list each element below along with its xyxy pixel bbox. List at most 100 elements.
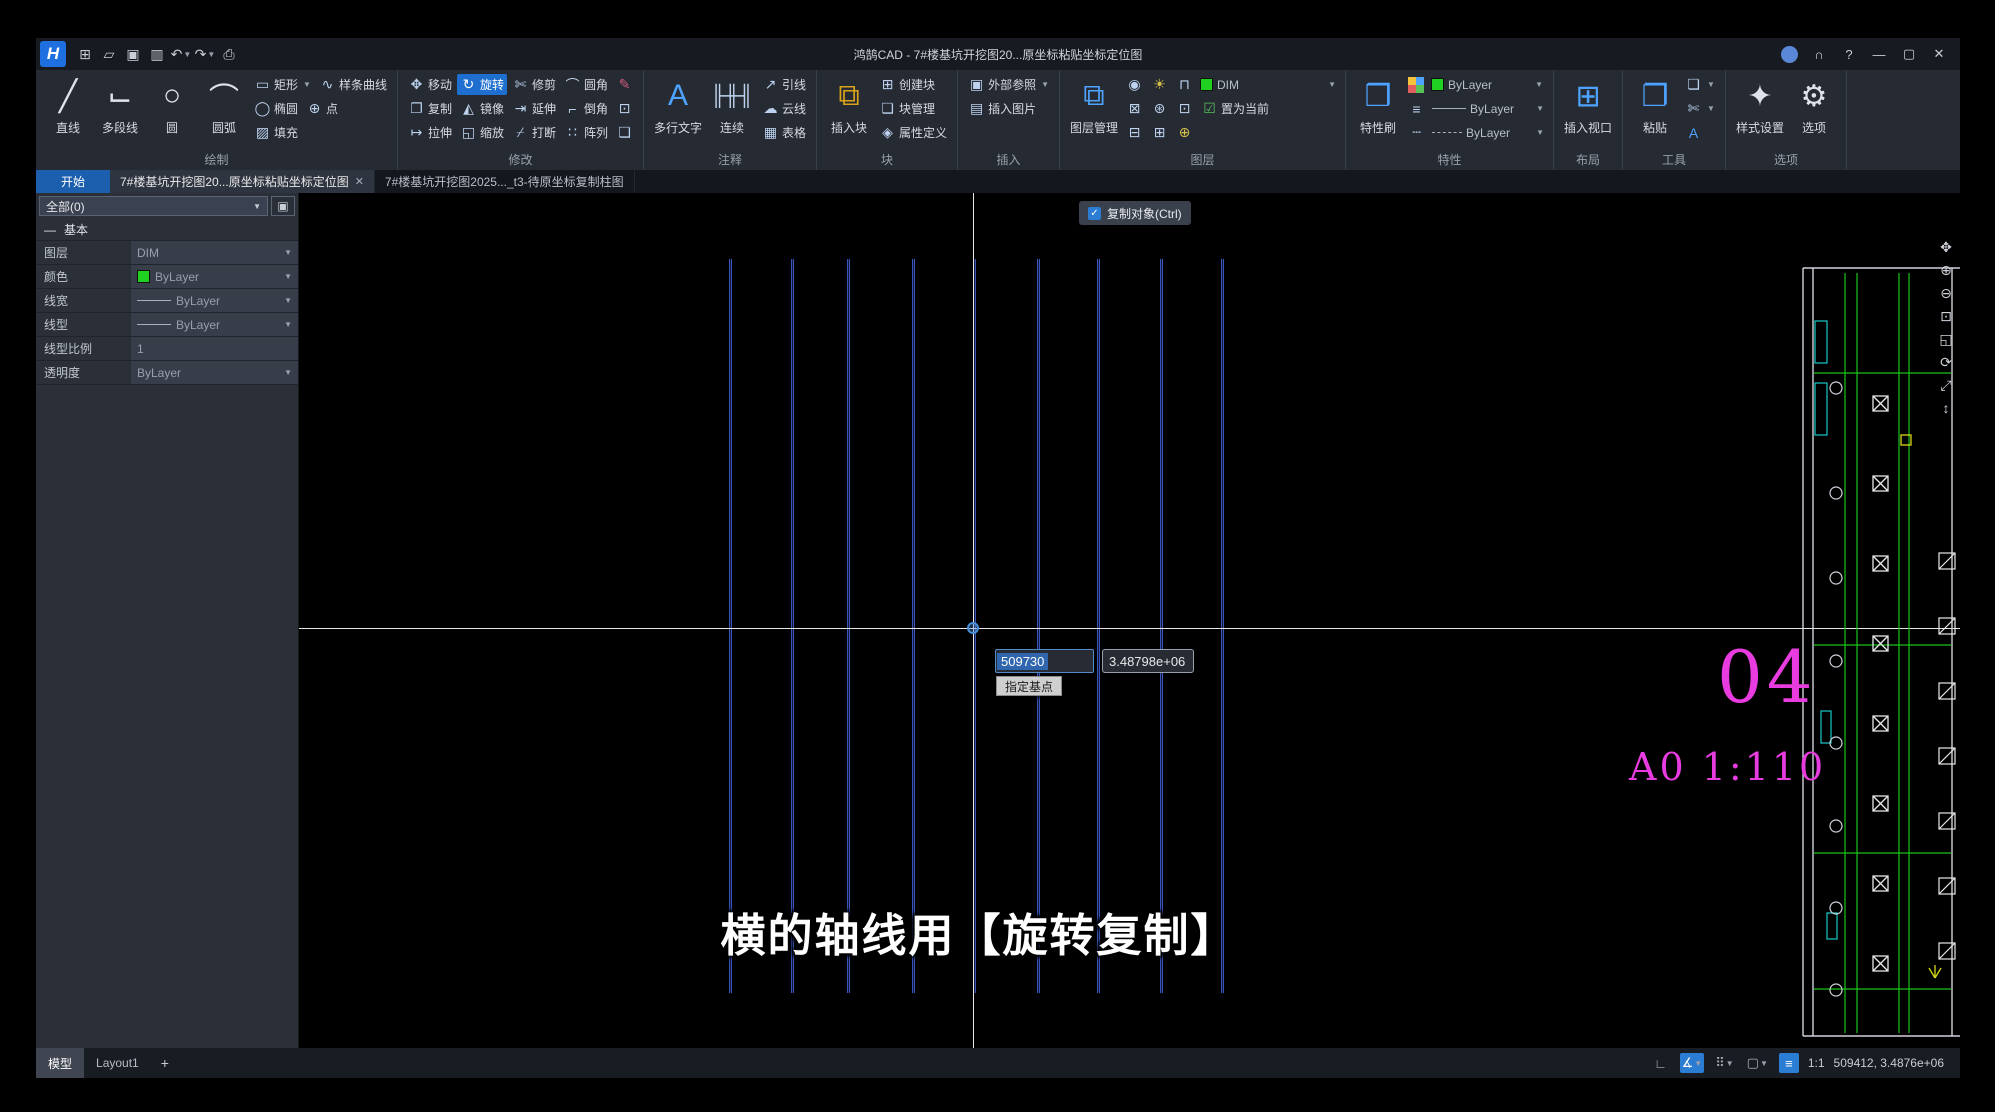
ribbon-button-arc[interactable]: ⌒圆弧 xyxy=(199,73,249,145)
redo-icon[interactable]: ↷▼ xyxy=(194,42,216,66)
axis-line-2[interactable] xyxy=(791,259,794,993)
property-value-dropdown[interactable]: DIM▼ xyxy=(131,241,298,264)
ortho-icon[interactable]: ∟ xyxy=(1651,1053,1671,1073)
ribbon-button-layer-unlock[interactable]: ⊓ xyxy=(1173,74,1196,95)
ribbon-button-copy-clip[interactable]: ❏▼ xyxy=(1682,74,1718,95)
ribbon-button-set-current-layer[interactable]: ☑置为当前 xyxy=(1198,98,1272,119)
ribbon-button-insert-block[interactable]: ⧉插入块 xyxy=(824,73,874,145)
ribbon-button-move[interactable]: ✥移动 xyxy=(405,74,455,95)
selection-filter-dropdown[interactable]: 全部(0) ▼ xyxy=(39,196,268,216)
axis-line-4[interactable] xyxy=(912,259,915,993)
ribbon-button-table[interactable]: ▦表格 xyxy=(759,122,809,143)
ribbon-button-insert-image[interactable]: ▤插入图片 xyxy=(965,98,1039,119)
ribbon-button-color-grid-icon[interactable] xyxy=(1405,74,1427,95)
ribbon-button-revision-cloud[interactable]: ☁云线 xyxy=(759,98,809,119)
save-as-icon[interactable]: ▥ xyxy=(146,42,168,66)
dynamic-input-y[interactable]: 3.48798e+06 xyxy=(1102,649,1194,673)
zoom-out-icon[interactable]: ⊖ xyxy=(1936,283,1956,303)
ribbon-button-scale[interactable]: ◱缩放 xyxy=(457,122,507,143)
ribbon-button-fillet[interactable]: ⌒圆角 xyxy=(561,74,611,95)
axis-line-8[interactable] xyxy=(1160,259,1163,993)
quick-select-button[interactable]: ▣ xyxy=(271,196,295,216)
ribbon-button-layer-unisolate[interactable]: ⊞ xyxy=(1148,122,1171,143)
ribbon-button-array[interactable]: ∷阵列 xyxy=(561,122,611,143)
tab-document-2[interactable]: 7#楼基坑开挖图2025..._t3-待原坐标复制柱图 xyxy=(375,170,635,193)
ribbon-button-mtext[interactable]: A多行文字 xyxy=(651,73,705,145)
zoom-window-icon[interactable]: ⊡ xyxy=(1936,306,1956,326)
ribbon-button-external-reference[interactable]: ▣外部参照▼ xyxy=(965,74,1052,95)
app-logo[interactable]: H xyxy=(40,41,66,67)
ribbon-button-text-style-tool[interactable]: A xyxy=(1682,122,1705,143)
ribbon-button-circle[interactable]: ○圆 xyxy=(147,73,197,145)
ribbon-button-layer-manager[interactable]: ⧉图层管理 xyxy=(1067,73,1121,145)
axis-line-7[interactable] xyxy=(1097,259,1100,993)
ribbon-button-layer-visibility[interactable]: ◉ xyxy=(1123,74,1146,95)
ribbon-button-attribute-define[interactable]: ◈属性定义 xyxy=(876,122,950,143)
polar-tracking-icon[interactable]: ∡▼ xyxy=(1680,1053,1705,1073)
ribbon-button-leader[interactable]: ↗引线 xyxy=(759,74,809,95)
ribbon-button-paste[interactable]: ❐粘贴 xyxy=(1630,73,1680,145)
checkbox-checked-icon[interactable]: ✓ xyxy=(1088,207,1101,220)
undo-icon[interactable]: ↶▼ xyxy=(170,42,192,66)
ribbon-button-chamfer[interactable]: ⌐倒角 xyxy=(561,98,611,119)
ribbon-button-create-block[interactable]: ⊞创建块 xyxy=(876,74,938,95)
ribbon-button-layer-hide[interactable]: ⊠ xyxy=(1123,98,1146,119)
layout-tab-模型[interactable]: 模型 xyxy=(36,1048,84,1078)
annotation-scale[interactable]: 1:1 xyxy=(1808,1056,1825,1070)
ribbon-button-erase[interactable]: ✎ xyxy=(613,74,636,95)
ribbon-button-ellipse[interactable]: ◯椭圆 xyxy=(251,98,301,119)
layout-tab-layout1[interactable]: Layout1 xyxy=(84,1048,151,1078)
lineweight-display-icon[interactable]: ≡ xyxy=(1779,1053,1799,1073)
ribbon-button-copy[interactable]: ❐复制 xyxy=(405,98,455,119)
ribbon-button-lineweight-icon[interactable]: ≡ xyxy=(1405,98,1428,119)
ribbon-button-layer-freeze[interactable]: ⊛ xyxy=(1148,98,1171,119)
drawing-canvas[interactable]: ✓ 复制对象(Ctrl) 509730 3.48798e+06 指定基点 xyxy=(299,193,1960,1048)
properties-section-basic[interactable]: — 基本 xyxy=(36,219,298,241)
dynamic-input-x[interactable]: 509730 xyxy=(995,649,1094,673)
orbit-icon[interactable]: ⟳ xyxy=(1936,352,1956,372)
ribbon-button-rectangle[interactable]: ▭矩形▼ xyxy=(251,74,314,95)
tab-document-active[interactable]: 7#楼基坑开挖图20...原坐标粘贴坐标定位图 ✕ xyxy=(110,170,375,193)
ribbon-lineweight-combo[interactable]: ByLayer▼ xyxy=(1430,99,1546,119)
pan-icon[interactable]: ✥ xyxy=(1936,237,1956,257)
snap-grid-icon[interactable]: ⠿▼ xyxy=(1713,1053,1735,1073)
zoom-in-icon[interactable]: ⊕ xyxy=(1936,260,1956,280)
ribbon-button-layer-isolate[interactable]: ⊟ xyxy=(1123,122,1146,143)
ribbon-button-match-properties[interactable]: ❒特性刷 xyxy=(1353,73,1403,145)
steering-icon[interactable]: ↕ xyxy=(1936,398,1956,418)
support-headset-icon[interactable]: ∩ xyxy=(1806,42,1832,66)
ribbon-button-hatch[interactable]: ▨填充 xyxy=(251,122,301,143)
ribbon-button-dim-continue[interactable]: ╟╫╢连续 xyxy=(707,73,757,145)
ribbon-button-extend[interactable]: ⇥延伸 xyxy=(509,98,559,119)
ribbon-layer-combo[interactable]: DIM▼ xyxy=(1198,75,1338,95)
fullscreen-icon[interactable]: ⤢ xyxy=(1936,375,1956,395)
ribbon-button-trim[interactable]: ✄修剪 xyxy=(509,74,559,95)
add-layout-button[interactable]: + xyxy=(151,1055,179,1071)
property-value-dropdown[interactable]: 1 xyxy=(131,337,298,360)
zoom-extents-icon[interactable]: ◱ xyxy=(1936,329,1956,349)
save-icon[interactable]: ▣ xyxy=(122,42,144,66)
ribbon-button-block-manager[interactable]: ❏块管理 xyxy=(876,98,938,119)
ribbon-button-layer-merge[interactable]: ⊕ xyxy=(1173,122,1196,143)
ribbon-button-offset[interactable]: ⊡ xyxy=(613,98,636,119)
ribbon-linetype-combo[interactable]: ByLayer▼ xyxy=(1430,123,1546,143)
property-value-dropdown[interactable]: ByLayer▼ xyxy=(131,313,298,336)
close-tab-icon[interactable]: ✕ xyxy=(355,175,364,188)
open-file-icon[interactable]: ▱ xyxy=(98,42,120,66)
property-value-dropdown[interactable]: ByLayer▼ xyxy=(131,289,298,312)
ribbon-button-stretch[interactable]: ↦拉伸 xyxy=(405,122,455,143)
new-file-icon[interactable]: ⊞ xyxy=(74,42,96,66)
ribbon-button-point[interactable]: ⊕点 xyxy=(303,98,341,119)
ribbon-button-line[interactable]: ╱直线 xyxy=(43,73,93,145)
ribbon-button-layer-on[interactable]: ☀ xyxy=(1148,74,1171,95)
axis-line-9[interactable] xyxy=(1221,259,1224,993)
ribbon-button-polyline[interactable]: ⌙多段线 xyxy=(95,73,145,145)
help-icon[interactable]: ? xyxy=(1836,42,1862,66)
axis-line-1[interactable] xyxy=(729,259,732,993)
print-icon[interactable]: ⎙ xyxy=(218,42,240,66)
ribbon-button-options[interactable]: ⚙选项 xyxy=(1789,73,1839,145)
ribbon-button-rotate[interactable]: ↻旋转 xyxy=(457,74,507,95)
axis-line-6[interactable] xyxy=(1037,259,1040,993)
ribbon-button-cut-clip[interactable]: ✄▼ xyxy=(1682,98,1718,119)
close-button[interactable]: ✕ xyxy=(1926,42,1952,66)
